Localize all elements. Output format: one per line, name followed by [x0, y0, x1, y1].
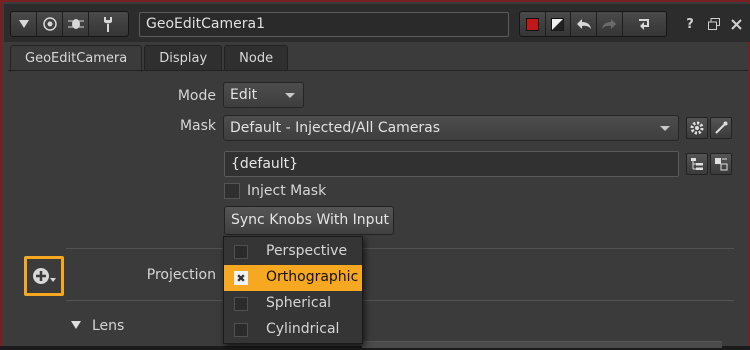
menu-item-perspective[interactable]: Perspective [224, 239, 362, 265]
inject-mask-label: Inject Mask [247, 183, 327, 199]
collapse-triangle-icon[interactable] [11, 12, 37, 36]
menu-item-label: Cylindrical [266, 321, 340, 337]
title-bar: GeoEditCamera1 ? [4, 4, 750, 42]
menu-checkbox [234, 323, 248, 337]
section-divider [66, 300, 734, 301]
undo-icon[interactable] [571, 12, 597, 36]
help-icon[interactable]: ? [680, 14, 700, 34]
chevron-down-icon [660, 126, 670, 131]
title-left-toolbar [10, 11, 129, 37]
lens-label[interactable]: Lens [92, 318, 124, 334]
menu-item-cylindrical[interactable]: Cylindrical [224, 317, 362, 343]
eyedropper-icon[interactable] [710, 117, 732, 139]
bug-icon[interactable] [63, 12, 89, 36]
mode-label: Mode [177, 88, 216, 104]
select-nodes-icon[interactable] [710, 153, 732, 175]
menu-checkbox [234, 297, 248, 311]
close-icon[interactable] [726, 14, 746, 34]
node-color-icon[interactable] [520, 12, 546, 36]
target-icon[interactable] [37, 12, 63, 36]
mask-dropdown[interactable]: Default - Injected/All Cameras [223, 115, 679, 141]
inject-mask-checkbox[interactable] [224, 183, 240, 199]
gear-icon[interactable] [686, 117, 708, 139]
mode-value: Edit [230, 87, 258, 103]
menu-item-spherical[interactable]: Spherical [224, 291, 362, 317]
add-knob-button[interactable] [24, 256, 64, 296]
menu-item-orthographic[interactable]: ✖ Orthographic [224, 265, 362, 291]
projection-label: Projection [146, 267, 216, 283]
float-window-icon[interactable] [704, 14, 724, 34]
projection-menu: Perspective ✖ Orthographic Spherical Cyl… [223, 236, 363, 344]
revert-icon[interactable] [623, 12, 666, 36]
redo-icon[interactable] [597, 12, 623, 36]
lens-slider-track [362, 341, 722, 348]
mode-dropdown[interactable]: Edit [223, 82, 304, 108]
title-right-toolbar [519, 11, 667, 37]
tab-node[interactable]: Node [224, 45, 289, 71]
tab-geoeditcamera[interactable]: GeoEditCamera [10, 45, 143, 72]
tab-bar: GeoEditCamera Display Node [10, 45, 290, 72]
properties-panel: GeoEditCamera1 ? GeoEditCamera Display N… [0, 0, 750, 348]
menu-checkbox [234, 245, 248, 259]
wrench-icon[interactable] [89, 12, 127, 36]
chevron-down-icon [285, 93, 295, 98]
tab-display[interactable]: Display [144, 45, 223, 71]
contrast-icon[interactable] [546, 12, 572, 36]
tree-view-icon[interactable] [686, 153, 708, 175]
check-icon: ✖ [234, 271, 248, 285]
mask-label: Mask [179, 118, 216, 134]
mask-expression-input[interactable]: {default} [224, 151, 679, 177]
menu-item-label: Perspective [266, 243, 348, 259]
sync-knobs-button[interactable]: Sync Knobs With Input [224, 206, 394, 235]
collapse-triangle-icon[interactable] [71, 321, 81, 329]
node-name-input[interactable]: GeoEditCamera1 [139, 12, 509, 37]
menu-item-label: Orthographic [266, 269, 359, 285]
section-divider [66, 248, 734, 249]
menu-item-label: Spherical [266, 295, 332, 311]
mask-value: Default - Injected/All Cameras [230, 120, 441, 136]
